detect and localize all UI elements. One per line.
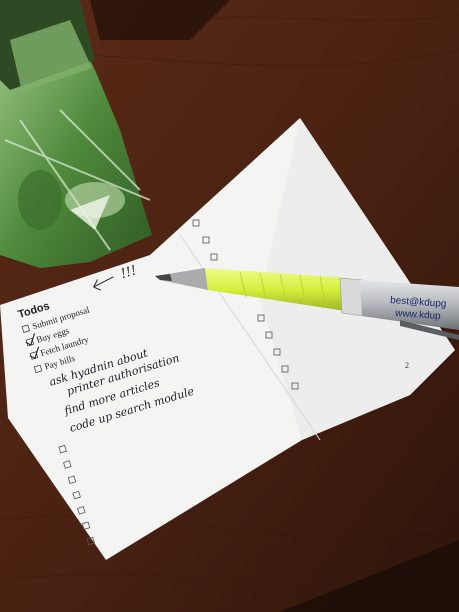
- photo-scene: Todos Submit proposal Buy eggs Fetch lau…: [0, 0, 459, 612]
- page-number-right: 2: [405, 361, 409, 370]
